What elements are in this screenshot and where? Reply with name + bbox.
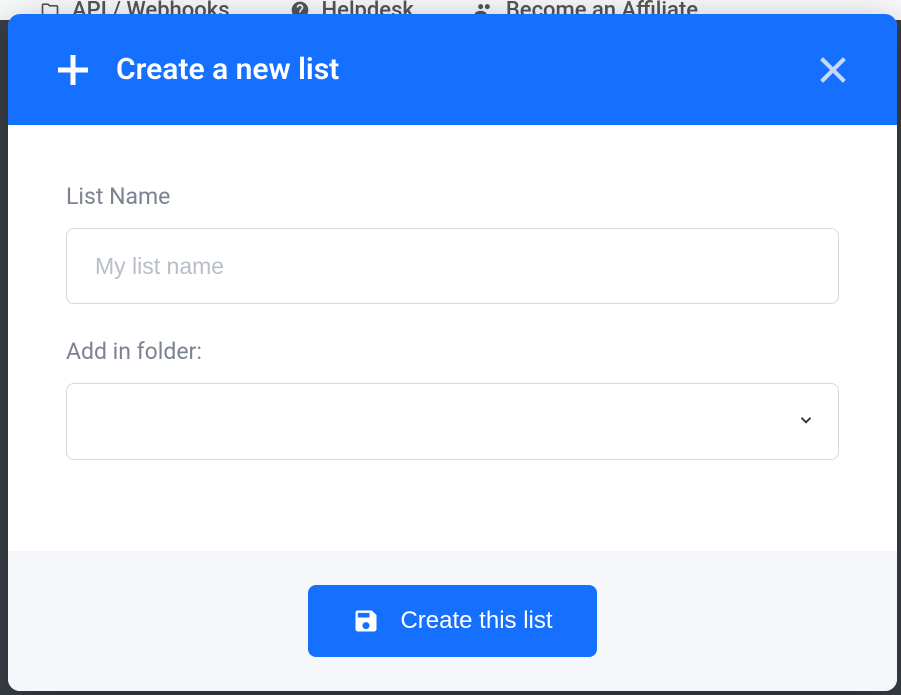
modal-title: Create a new list: [116, 52, 339, 87]
create-button-label: Create this list: [400, 607, 552, 635]
save-icon: [352, 607, 380, 635]
list-name-group: List Name: [66, 183, 839, 304]
modal-body: List Name Add in folder:: [8, 125, 897, 551]
list-name-input[interactable]: [66, 228, 839, 304]
folder-group: Add in folder:: [66, 338, 839, 460]
modal-footer: Create this list: [8, 551, 897, 691]
close-button[interactable]: [819, 56, 847, 84]
modal-header: Create a new list: [8, 14, 897, 125]
modal-header-left: Create a new list: [58, 52, 339, 87]
list-name-label: List Name: [66, 183, 839, 210]
folder-select[interactable]: [66, 383, 839, 460]
create-list-button[interactable]: Create this list: [308, 585, 596, 657]
close-icon: [819, 56, 847, 84]
plus-icon: [58, 55, 88, 85]
folder-label: Add in folder:: [66, 338, 839, 365]
create-list-modal: Create a new list List Name Add in folde…: [8, 14, 897, 691]
folder-select-wrapper: [66, 383, 839, 460]
